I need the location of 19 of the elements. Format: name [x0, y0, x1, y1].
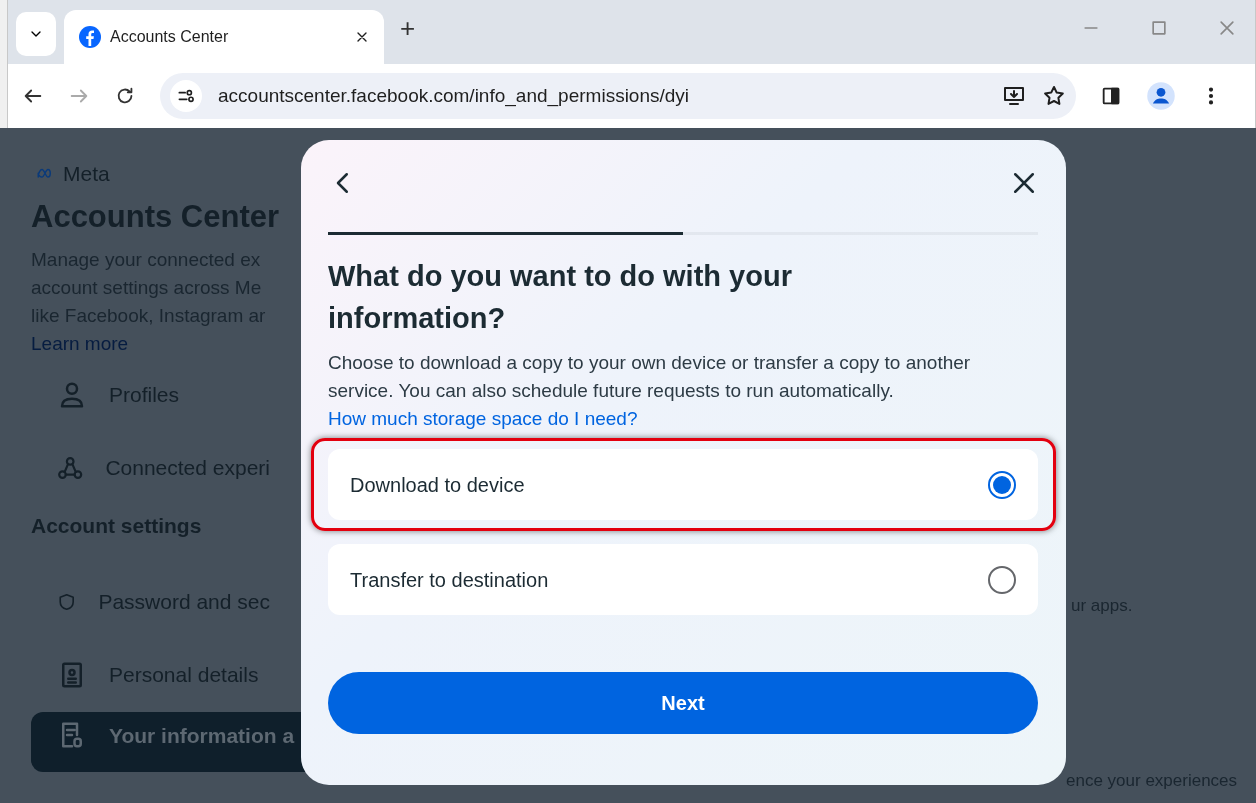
maximize-icon[interactable] [1149, 18, 1169, 38]
option-row[interactable]: Download to device [328, 449, 1038, 520]
facebook-icon [78, 25, 102, 49]
next-button[interactable]: Next [328, 672, 1038, 734]
new-tab-button[interactable]: + [400, 9, 416, 48]
radio-button[interactable] [988, 470, 1016, 499]
install-icon[interactable] [1002, 84, 1026, 108]
tab-title: Accounts Center [110, 27, 230, 47]
dialog-title: What do you want to do with your information? [328, 259, 793, 336]
storage-help-link[interactable]: How much storage space do I need? [328, 408, 638, 429]
browser-tab[interactable]: Accounts Center [64, 10, 384, 64]
star-icon[interactable] [1042, 84, 1066, 108]
dialog-description: Choose to download a copy to your own device or transfer a copy to another service. You can also schedule future requests to run automatically. How much storage space do I need? [328, 351, 972, 431]
avatar-icon[interactable] [1146, 81, 1176, 111]
option-row[interactable]: Transfer to destination [328, 544, 1038, 615]
address-bar[interactable]: accountscenter.facebook.com/info_and_permissions/dyi [160, 73, 1076, 119]
side-panel-icon[interactable] [1100, 85, 1122, 107]
radio-button[interactable] [988, 565, 1016, 594]
url-text: accountscenter.facebook.com/info_and_permissions/dyi [218, 83, 691, 109]
